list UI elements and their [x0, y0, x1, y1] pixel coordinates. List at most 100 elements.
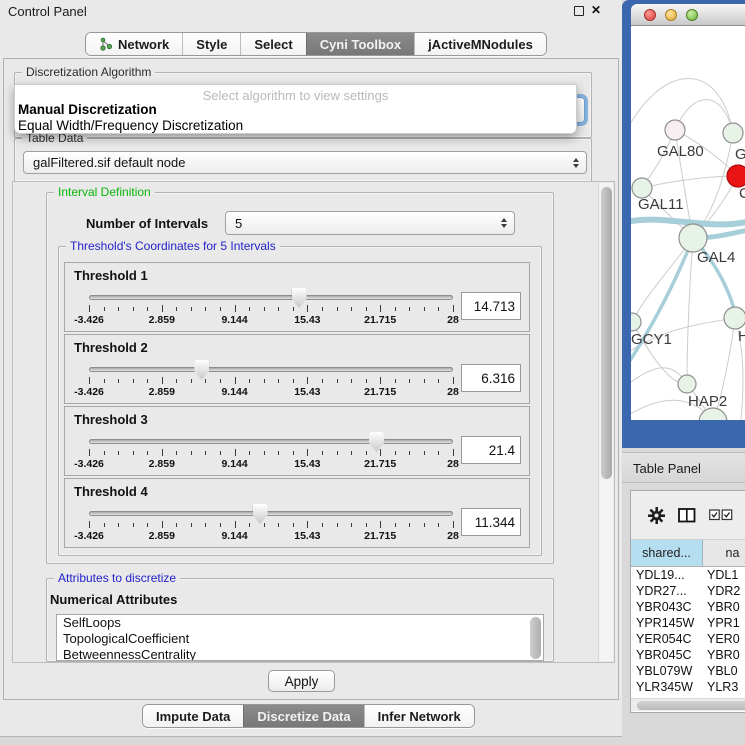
node-label: C: [739, 185, 745, 202]
column-header-name[interactable]: na: [703, 540, 745, 567]
table-row[interactable]: YBL079WYBL0: [631, 663, 745, 679]
slider-tick-labels: -3.4262.8599.14415.4321.71528: [89, 458, 453, 471]
zoom-traffic-light-icon[interactable]: [686, 9, 698, 21]
slider-track[interactable]: [89, 295, 453, 300]
node-label: G: [735, 146, 745, 163]
list-item[interactable]: BetweennessCentrality: [57, 647, 543, 661]
table-panel: shared... na YDL19...YDL1YDR27...YDR2YBR…: [630, 490, 745, 713]
bottom-tab-bar: Impute Data Discretize Data Infer Networ…: [142, 704, 475, 728]
top-tab-bar: Network Style Select Cyni Toolbox jActiv…: [85, 32, 547, 56]
threshold-box: Threshold 4 -3.4262.8599.14415.4321.7152…: [64, 478, 530, 548]
table-cell: YDR27...: [631, 583, 703, 599]
table-cell: YLR345W: [631, 679, 703, 695]
selected-red-node[interactable]: [727, 165, 745, 187]
slider-ticks: [89, 521, 453, 529]
close-icon[interactable]: ✕: [591, 3, 601, 17]
thresholds-list: Threshold 1 -3.4262.8599.14415.4321.7152…: [64, 262, 530, 550]
threshold-slider[interactable]: -3.4262.8599.14415.4321.71528: [89, 263, 453, 333]
column-header-shared-name[interactable]: shared...: [631, 540, 703, 567]
dropdown-item-equal-width-frequency[interactable]: Equal Width/Frequency Discretization: [18, 118, 243, 133]
network-window-titlebar[interactable]: [631, 4, 745, 26]
table-cell: YBR0: [703, 647, 745, 663]
tab-network[interactable]: Network: [86, 33, 182, 55]
numerical-attributes-list[interactable]: SelfLoopsTopologicalCoefficientBetweenne…: [56, 614, 544, 661]
scrollbar-thumb[interactable]: [637, 701, 745, 710]
threshold-value-field[interactable]: [461, 292, 521, 320]
threshold-box: Threshold 1 -3.4262.8599.14415.4321.7152…: [64, 262, 530, 332]
table-data-group: Table Data galFiltered.sif default node: [14, 138, 592, 182]
slider-ticks: [89, 377, 453, 385]
num-intervals-label: Number of Intervals: [86, 216, 208, 231]
tab-label: jActiveMNodules: [428, 37, 533, 52]
combo-stepper-icon: [501, 218, 507, 228]
group-title: Threshold's Coordinates for 5 Intervals: [66, 239, 280, 253]
columns-icon[interactable]: [678, 508, 696, 523]
control-panel-window: Control Panel ✕ Network Style Select Cyn…: [0, 0, 622, 737]
table-cell: YBR0: [703, 599, 745, 615]
minimize-traffic-light-icon[interactable]: [665, 9, 677, 21]
combobox-value: galFiltered.sif default node: [33, 155, 185, 170]
threshold-slider[interactable]: -3.4262.8599.14415.4321.71528: [89, 479, 453, 549]
threshold-box: Threshold 2 -3.4262.8599.14415.4321.7152…: [64, 334, 530, 404]
tab-label: Discretize Data: [257, 709, 350, 724]
list-scrollbar-thumb[interactable]: [530, 617, 541, 659]
table-data-combobox[interactable]: galFiltered.sif default node: [23, 151, 587, 174]
table-cell: YPR145W: [631, 615, 703, 631]
threshold-value-field[interactable]: [461, 436, 521, 464]
panel-title: Control Panel: [8, 4, 87, 19]
tab-jactivemnodules[interactable]: jActiveMNodules: [414, 33, 546, 55]
tab-select[interactable]: Select: [240, 33, 305, 55]
tab-label: Select: [254, 37, 292, 52]
table-row[interactable]: YBR043CYBR0: [631, 599, 745, 615]
table-row[interactable]: YDR27...YDR2: [631, 583, 745, 599]
gear-icon[interactable]: [648, 507, 665, 524]
horizontal-scrollbar[interactable]: [631, 698, 745, 711]
table-row[interactable]: YDL19...YDL1: [631, 567, 745, 583]
group-title: Attributes to discretize: [54, 571, 180, 585]
table-header-row: shared... na: [631, 540, 745, 567]
network-icon: [99, 37, 113, 51]
select-columns-checkboxes-icon[interactable]: [709, 509, 733, 521]
num-intervals-combobox[interactable]: 5: [225, 211, 515, 235]
scrollbar-thumb[interactable]: [601, 187, 612, 479]
dropdown-item-manual-discretization[interactable]: Manual Discretization: [18, 102, 157, 117]
slider-track[interactable]: [89, 439, 453, 444]
tab-cyni-toolbox[interactable]: Cyni Toolbox: [306, 33, 414, 55]
tab-label: Infer Network: [378, 709, 461, 724]
table-toolbar: [631, 491, 745, 540]
tab-discretize-data[interactable]: Discretize Data: [243, 705, 363, 727]
threshold-slider[interactable]: -3.4262.8599.14415.4321.71528: [89, 407, 453, 477]
threshold-value-field[interactable]: [461, 364, 521, 392]
table-row[interactable]: YBR045CYBR0: [631, 647, 745, 663]
algorithm-dropdown-popup: Select algorithm to view settings Manual…: [14, 84, 577, 134]
table-row[interactable]: YPR145WYPR1: [631, 615, 745, 631]
tab-impute-data[interactable]: Impute Data: [143, 705, 243, 727]
combo-stepper-icon: [573, 158, 579, 168]
table-cell: YBL0: [703, 663, 745, 679]
close-traffic-light-icon[interactable]: [644, 9, 656, 21]
list-item[interactable]: SelfLoops: [57, 615, 543, 631]
threshold-value-field[interactable]: [461, 508, 521, 536]
table-body: YDL19...YDL1YDR27...YDR2YBR043CYBR0YPR14…: [631, 567, 745, 698]
slider-tick-labels: -3.4262.8599.14415.4321.71528: [89, 314, 453, 327]
group-title: Interval Definition: [54, 185, 155, 199]
tab-label: Cyni Toolbox: [320, 37, 401, 52]
slider-track[interactable]: [89, 367, 453, 372]
dropdown-prompt-item[interactable]: Select algorithm to view settings: [15, 88, 576, 103]
table-cell: YLR3: [703, 679, 745, 695]
tab-style[interactable]: Style: [182, 33, 240, 55]
float-window-icon[interactable]: [574, 6, 584, 16]
table-row[interactable]: YLR345WYLR3: [631, 679, 745, 695]
table-cell: YPR1: [703, 615, 745, 631]
threshold-slider[interactable]: -3.4262.8599.14415.4321.71528: [89, 335, 453, 405]
tab-label: Impute Data: [156, 709, 230, 724]
apply-button[interactable]: Apply: [268, 670, 335, 692]
table-panel-header-bar: Table Panel: [622, 452, 745, 483]
slider-track[interactable]: [89, 511, 453, 516]
network-canvas[interactable]: GAL80 G GAL11 C GAL4 GCY1 H HAP2: [631, 26, 745, 420]
vertical-scrollbar[interactable]: [598, 183, 613, 661]
table-row[interactable]: YER054CYER0: [631, 631, 745, 647]
table-cell: YDL1: [703, 567, 745, 583]
list-item[interactable]: TopologicalCoefficient: [57, 631, 543, 647]
tab-infer-network[interactable]: Infer Network: [364, 705, 474, 727]
